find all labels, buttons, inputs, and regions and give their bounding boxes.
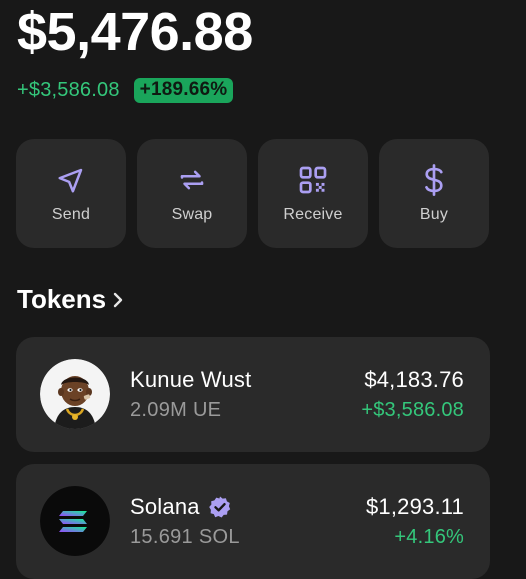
- action-buttons: Send Swap Receive Buy: [16, 139, 489, 248]
- receive-button[interactable]: Receive: [258, 139, 368, 248]
- token-amount: 2.09M UE: [130, 399, 222, 421]
- token-name-line: Kunue Wust: [130, 367, 251, 393]
- buy-label: Buy: [419, 205, 449, 223]
- swap-icon: [176, 164, 208, 196]
- verified-badge-icon: [208, 495, 232, 519]
- change-amount: +$3,586.08: [17, 79, 120, 101]
- token-name: Kunue Wust: [130, 367, 252, 392]
- swap-label: Swap: [171, 205, 213, 223]
- token-name-line: Solana: [130, 494, 232, 520]
- kunue-wust-avatar: [40, 359, 110, 429]
- solana-logo-icon: [40, 486, 110, 556]
- qr-code-icon: [297, 164, 329, 196]
- tokens-section-link[interactable]: Tokens: [17, 284, 126, 315]
- change-percent-badge: +189.66%: [133, 78, 234, 103]
- buy-button[interactable]: Buy: [379, 139, 489, 248]
- token-value: $1,293.11: [365, 494, 464, 519]
- send-icon: [55, 164, 87, 196]
- send-button[interactable]: Send: [16, 139, 126, 248]
- token-row-kunue-wust[interactable]: Kunue Wust 2.09M UE $4,183.76 +$3,586.08: [16, 337, 490, 452]
- tokens-title: Tokens: [17, 284, 107, 314]
- swap-button[interactable]: Swap: [137, 139, 247, 248]
- token-row-solana[interactable]: Solana 15.691 SOL $1,293.11 +4.16%: [16, 464, 490, 579]
- send-label: Send: [51, 205, 91, 223]
- receive-label: Receive: [283, 205, 343, 223]
- portfolio-balance: $5,476.88: [17, 2, 253, 62]
- token-name: Solana: [130, 494, 200, 519]
- portfolio-change: +$3,586.08 +189.66%: [17, 78, 234, 103]
- dollar-icon: [418, 163, 450, 196]
- token-change: +4.16%: [394, 526, 464, 548]
- token-change: +$3,586.08: [361, 399, 464, 421]
- chevron-right-icon: [112, 291, 126, 309]
- token-value: $4,183.76: [364, 367, 464, 392]
- token-amount: 15.691 SOL: [130, 526, 240, 548]
